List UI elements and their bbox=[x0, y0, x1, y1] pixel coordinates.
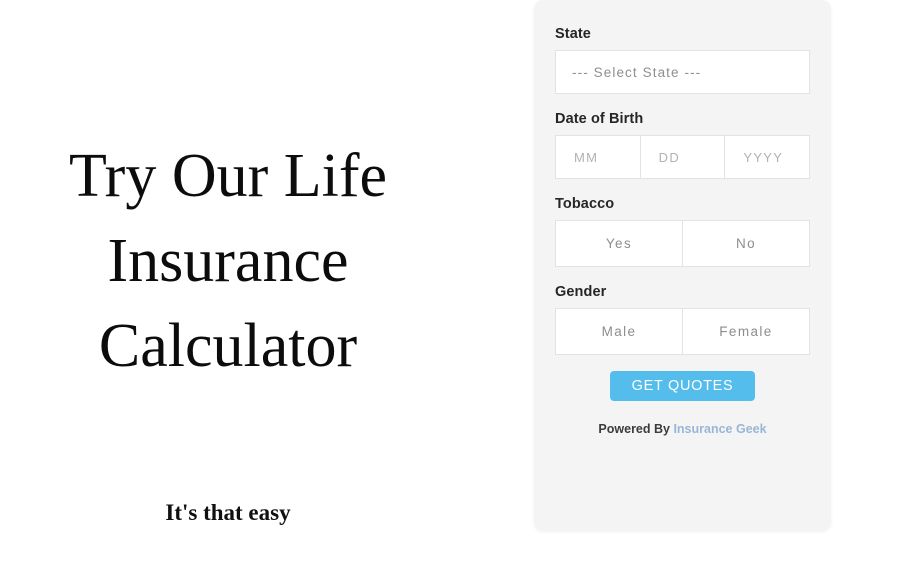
quote-form-card: State --- Select State --- Date of Birth… bbox=[534, 0, 831, 531]
gender-option-female[interactable]: Female bbox=[682, 308, 810, 355]
submit-button-wrapper: GET QUOTES bbox=[555, 371, 810, 401]
page-subtitle: It's that easy bbox=[165, 500, 291, 525]
page-title-line-1: Try Our Life bbox=[68, 142, 388, 210]
get-quotes-button[interactable]: GET QUOTES bbox=[609, 371, 756, 401]
tobacco-label: Tobacco bbox=[555, 196, 615, 212]
tobacco-option-yes[interactable]: Yes bbox=[555, 220, 682, 267]
date-of-birth-label: Date of Birth bbox=[555, 111, 644, 127]
dob-month-input[interactable]: MM bbox=[555, 135, 640, 179]
tobacco-option-no[interactable]: No bbox=[682, 220, 810, 267]
page-title: Try Our Life Insurance Calculator bbox=[8, 134, 448, 389]
powered-by-prefix: Powered By bbox=[598, 422, 674, 436]
page-title-line-3: Calculator bbox=[98, 312, 358, 380]
date-of-birth-row: MM DD YYYY bbox=[555, 135, 811, 179]
gender-option-male[interactable]: Male bbox=[555, 308, 682, 355]
state-select[interactable]: --- Select State --- bbox=[555, 50, 810, 94]
gender-label: Gender bbox=[555, 284, 607, 300]
state-select-value: --- Select State --- bbox=[572, 64, 702, 80]
gender-choice-row: Male Female bbox=[555, 308, 810, 355]
tobacco-choice-row: Yes No bbox=[555, 220, 810, 267]
page-title-line-2: Insurance bbox=[107, 227, 349, 295]
insurance-geek-link[interactable]: Insurance Geek bbox=[673, 422, 766, 436]
hero-section: Try Our Life Insurance Calculator It's t… bbox=[0, 0, 500, 575]
powered-by-text: Powered By Insurance Geek bbox=[555, 422, 810, 436]
dob-year-input[interactable]: YYYY bbox=[724, 135, 811, 179]
dob-day-input[interactable]: DD bbox=[639, 135, 725, 179]
state-label: State bbox=[555, 26, 591, 42]
